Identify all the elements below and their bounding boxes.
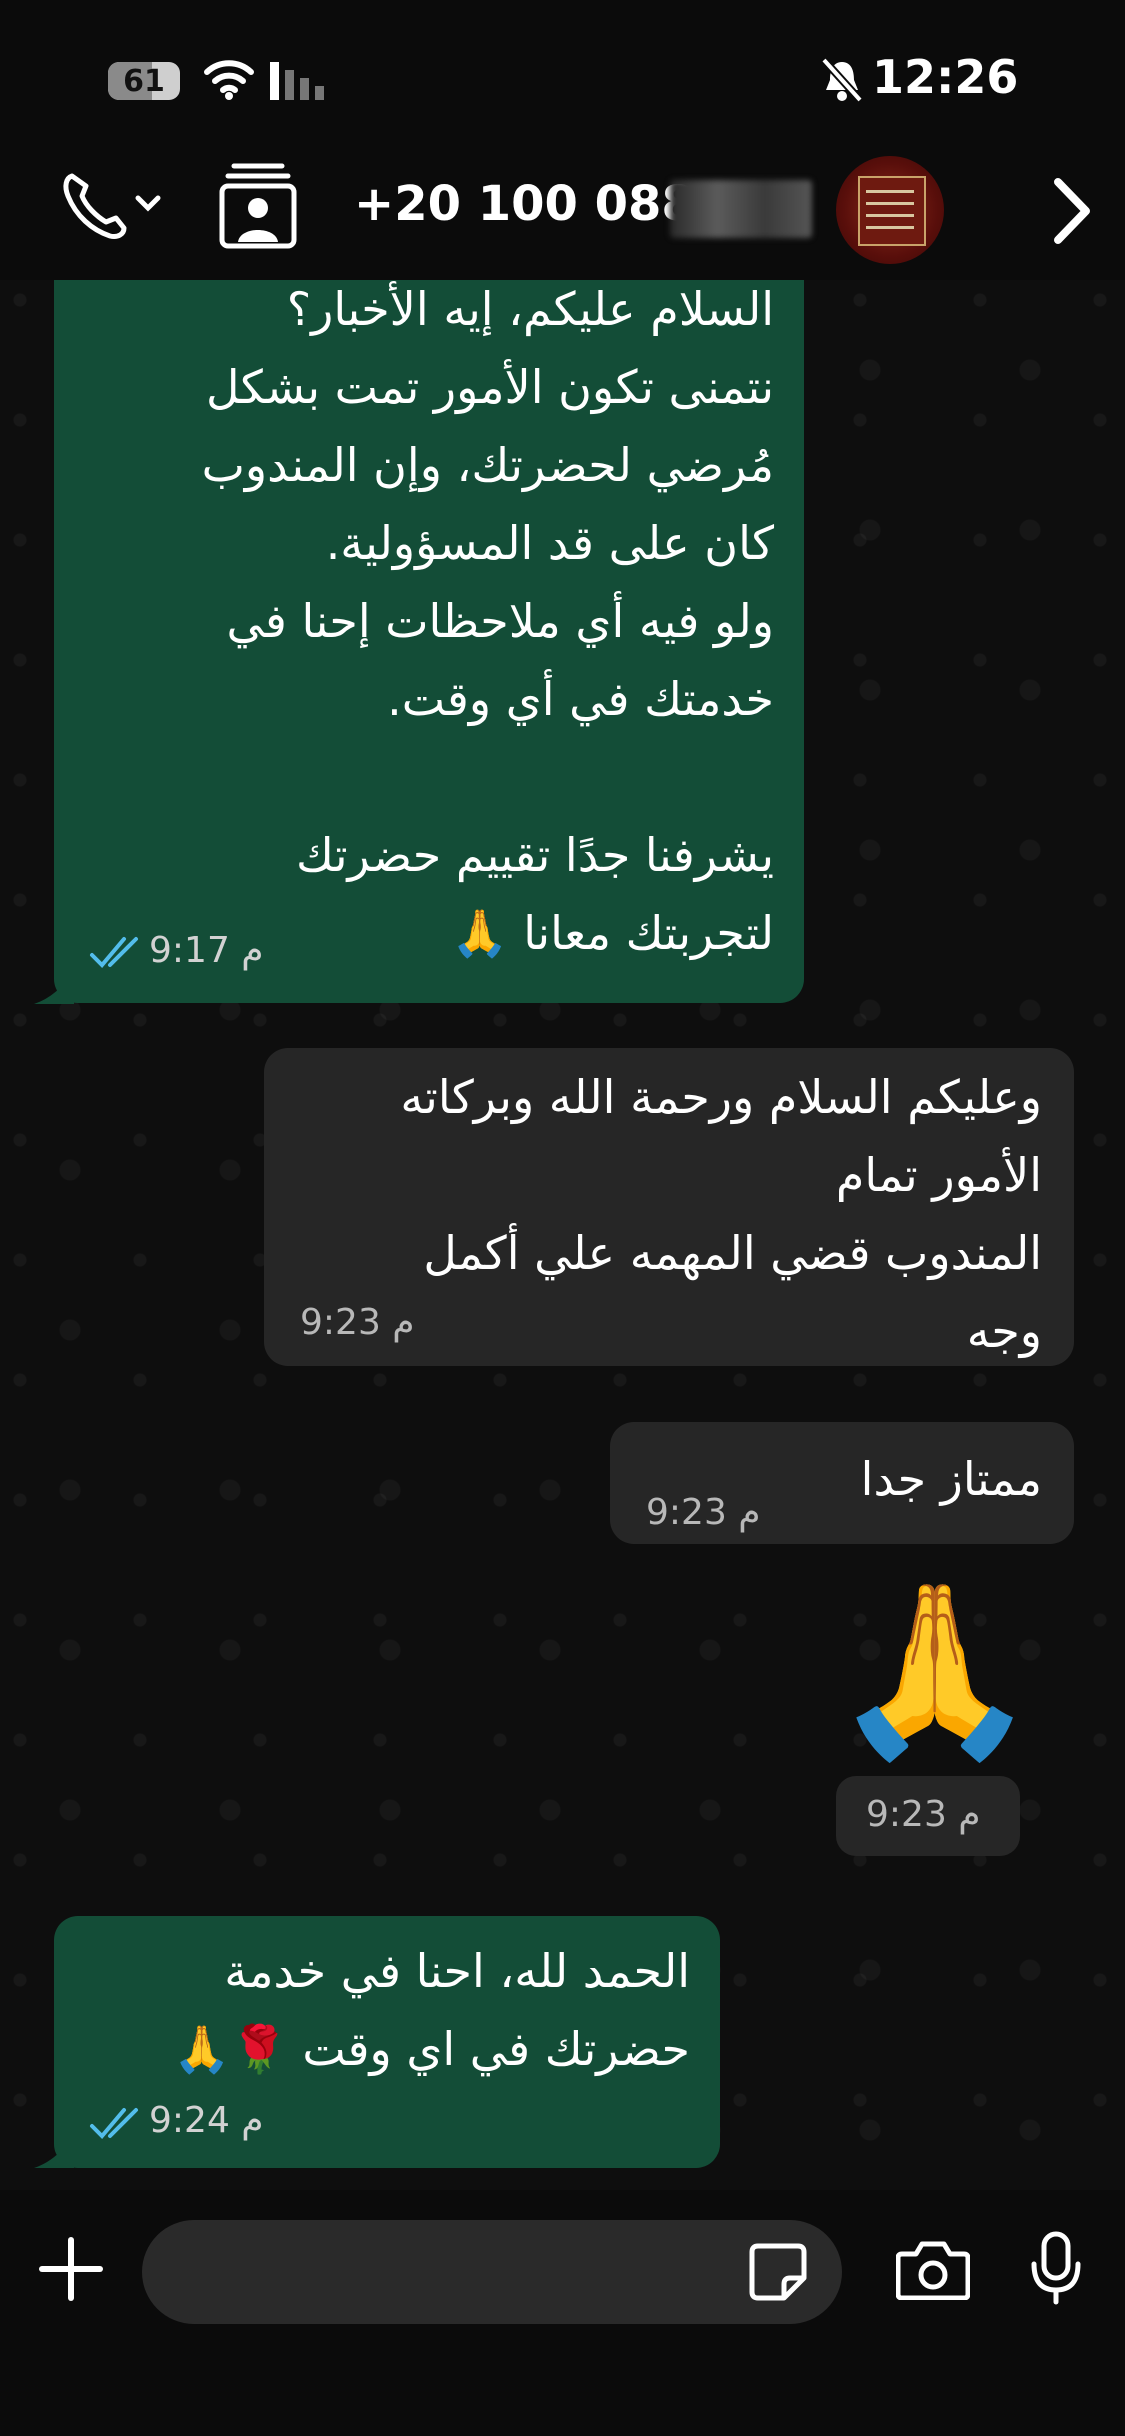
signal-icon xyxy=(270,62,324,100)
microphone-icon[interactable] xyxy=(1030,2230,1082,2306)
message-time: 9:17 م xyxy=(149,930,264,971)
outgoing-message[interactable]: السلام عليكم، إيه الأخبار؟ نتمنى تكون ال… xyxy=(54,280,804,1003)
avatar-line xyxy=(866,214,914,217)
incoming-message[interactable]: ممتاز جدا 9:23 م xyxy=(610,1422,1074,1544)
contact-card-icon[interactable] xyxy=(216,160,300,250)
silent-bell-icon xyxy=(821,57,863,103)
message-input[interactable] xyxy=(142,2220,842,2324)
read-ticks-icon xyxy=(90,2108,138,2139)
sticker-icon[interactable] xyxy=(748,2242,808,2302)
avatar-line xyxy=(866,226,914,229)
message-time: 9:23 م xyxy=(866,1794,981,1835)
avatar-line xyxy=(866,202,914,205)
message-text: السلام عليكم، إيه الأخبار؟ نتمنى تكون ال… xyxy=(201,282,774,960)
wifi-icon xyxy=(204,60,254,100)
avatar-line xyxy=(866,190,914,193)
message-time: 9:23 م xyxy=(646,1492,761,1533)
redacted-number xyxy=(670,180,812,238)
avatar-frame xyxy=(858,176,926,246)
message-time: 9:23 م xyxy=(300,1302,415,1343)
chat-area[interactable]: السلام عليكم، إيه الأخبار؟ نتمنى تكون ال… xyxy=(0,280,1125,2190)
clock: 12:26 xyxy=(872,50,1019,104)
avatar[interactable] xyxy=(836,156,944,264)
plus-icon[interactable] xyxy=(38,2236,104,2302)
emoji-message[interactable]: 🙏 xyxy=(830,1570,1039,1770)
chevron-right-icon[interactable] xyxy=(1050,176,1094,246)
bubble-tail xyxy=(34,970,74,1004)
outgoing-message[interactable]: الحمد لله، احنا في خدمة حضرتك في اي وقت … xyxy=(54,1916,720,2168)
read-ticks-icon xyxy=(90,937,138,968)
contact-name[interactable]: +20 100 088 xyxy=(354,176,695,232)
emoji-time-chip: 9:23 م xyxy=(836,1776,1020,1856)
camera-icon[interactable] xyxy=(896,2240,970,2300)
message-time: 9:24 م xyxy=(149,2100,264,2141)
message-text: الحمد لله، احنا في خدمة حضرتك في اي وقت … xyxy=(173,1944,690,2076)
incoming-message[interactable]: وعليكم السلام ورحمة الله وبركاته الأمور … xyxy=(264,1048,1074,1366)
battery-percent: 61 xyxy=(123,63,165,99)
battery-icon: 61 xyxy=(108,62,180,100)
phone-icon[interactable] xyxy=(60,168,170,244)
bubble-tail xyxy=(34,2134,74,2168)
